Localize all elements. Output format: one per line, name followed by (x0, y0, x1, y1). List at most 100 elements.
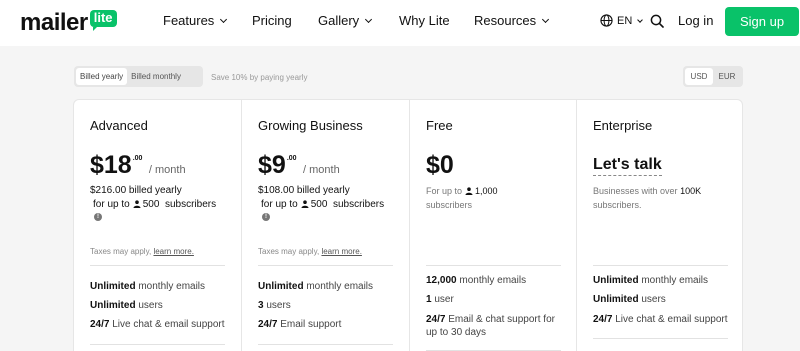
price-cents: .00 (132, 155, 143, 162)
plan-growing-business: Growing Business $9.00 / month $108.00 b… (241, 100, 408, 351)
nav-features-label: Features (163, 13, 215, 28)
nav-why-lite-label: Why Lite (399, 13, 450, 28)
feature-item: Unlimited users (90, 299, 163, 312)
subs-count[interactable]: 1,000 (475, 186, 498, 196)
nav-features[interactable]: Features (163, 13, 228, 29)
mailerlite-logo[interactable]: mailer lite (20, 8, 117, 38)
feature-bold: Unlimited (593, 275, 639, 286)
nav-pricing[interactable]: Pricing (252, 13, 292, 29)
info-icon[interactable]: ! (262, 213, 270, 221)
feature-bold: Unlimited (258, 281, 304, 292)
tax-note: Taxes may apply, learn more. (258, 246, 362, 258)
feature-item: 3 users (258, 299, 291, 312)
feature-item: 24/7 Live chat & email support (593, 313, 728, 326)
currency-toggle: USD EUR (683, 66, 743, 87)
feature-text: monthly emails (459, 275, 527, 286)
billed-monthly-option[interactable]: Billed monthly (127, 68, 185, 85)
info-icon[interactable]: ! (94, 213, 102, 221)
divider (90, 265, 225, 266)
feature-bold: 24/7 (426, 314, 446, 325)
save-note: Save 10% by paying yearly (211, 73, 308, 82)
chevron-down-icon (637, 17, 644, 23)
plan-name: Free (426, 118, 453, 133)
feature-item: Unlimited monthly emails (258, 280, 373, 293)
learn-more-link[interactable]: learn more. (321, 247, 361, 256)
chevron-down-icon (542, 15, 550, 24)
plan-name: Enterprise (593, 118, 653, 133)
feature-text: monthly emails (306, 281, 374, 292)
learn-more-link[interactable]: learn more. (153, 247, 193, 256)
logo-text: mailer (20, 9, 88, 36)
tax-text: Taxes may apply, (90, 247, 152, 256)
chevron-down-icon (365, 15, 373, 24)
feature-bold: 24/7 (90, 319, 110, 330)
feature-item: Unlimited monthly emails (593, 274, 708, 287)
plans-table: Advanced $18.00 / month $216.00 billed y… (73, 99, 743, 351)
price-period: / month (303, 164, 340, 176)
subs-count[interactable]: 500 (143, 199, 160, 210)
person-icon (301, 200, 309, 208)
desc-prefix: Businesses with over (593, 186, 678, 196)
nav-why-lite[interactable]: Why Lite (399, 13, 450, 29)
billed-yearly-text: $108.00 billed yearly (258, 185, 350, 196)
subs-suffix: subscribers (164, 199, 217, 210)
divider (258, 265, 393, 266)
nav-gallery[interactable]: Gallery (318, 13, 373, 29)
person-icon (465, 187, 473, 195)
enterprise-description: Businesses with over 100K (593, 184, 701, 198)
price-cents: .00 (286, 155, 297, 162)
desc-suffix: subscribers. (593, 200, 642, 210)
feature-text: monthly emails (641, 275, 709, 286)
feature-text: users (641, 294, 666, 305)
plan-enterprise: Enterprise Let's talk Businesses with ov… (576, 100, 743, 351)
billed-yearly-option[interactable]: Billed yearly (76, 68, 128, 85)
signup-button[interactable]: Sign up (725, 7, 799, 36)
nav-pricing-label: Pricing (252, 13, 292, 28)
subs-count[interactable]: 500 (311, 199, 328, 210)
feature-text: Live chat & email support (112, 319, 225, 330)
billing-toggle: Billed yearly Billed monthly (74, 66, 203, 87)
feature-text: user (434, 294, 454, 305)
feature-text: users (138, 300, 163, 311)
plan-price: $18.00 / month (90, 151, 186, 184)
nav-gallery-label: Gallery (318, 13, 360, 28)
desc-bold: 100K (680, 186, 702, 196)
feature-item: 24/7 Live chat & email support (90, 318, 225, 331)
tax-text: Taxes may apply, (258, 247, 320, 256)
search-icon[interactable] (650, 14, 664, 28)
subs-prefix: for up to (261, 199, 298, 210)
feature-item: 24/7 Email support (258, 318, 341, 331)
plan-advanced: Advanced $18.00 / month $216.00 billed y… (74, 100, 241, 351)
divider (593, 338, 728, 339)
subs-suffix: subscribers (426, 200, 473, 210)
feature-text: Email & chat support for (448, 314, 555, 325)
plan-name: Advanced (90, 118, 148, 133)
price-amount: $0 (426, 151, 454, 179)
feature-text: Email support (280, 319, 342, 330)
feature-bold: Unlimited (90, 281, 136, 292)
nav-resources-label: Resources (474, 13, 537, 28)
lets-talk-link[interactable]: Let's talk (593, 155, 662, 176)
feature-bold: Unlimited (90, 300, 136, 311)
subscriber-limit: for up to 500 subscribers (261, 198, 384, 212)
feature-bold: 24/7 (258, 319, 278, 330)
feature-text: users (266, 300, 291, 311)
divider (426, 265, 561, 266)
price-period: / month (148, 164, 186, 176)
login-link[interactable]: Log in (678, 13, 713, 29)
plan-price: $9.00 / month (258, 151, 340, 184)
feature-bold: 3 (258, 300, 264, 311)
nav-resources[interactable]: Resources (474, 13, 550, 29)
feature-item: 24/7 Email & chat support for (426, 313, 555, 326)
billed-yearly-text: $216.00 billed yearly (90, 185, 182, 196)
language-label: EN (617, 15, 633, 27)
currency-usd-option[interactable]: USD (685, 68, 713, 85)
globe-icon[interactable] (600, 14, 613, 27)
feature-bold: 24/7 (593, 314, 613, 325)
language-selector[interactable]: EN (617, 14, 644, 28)
currency-eur-option[interactable]: EUR (713, 68, 741, 85)
feature-item: Unlimited monthly emails (90, 280, 205, 293)
subscriber-limit: For up to 1,000 (426, 184, 498, 198)
subscriber-limit: for up to 500 subscribers (93, 198, 216, 212)
feature-bold: 1 (426, 294, 432, 305)
